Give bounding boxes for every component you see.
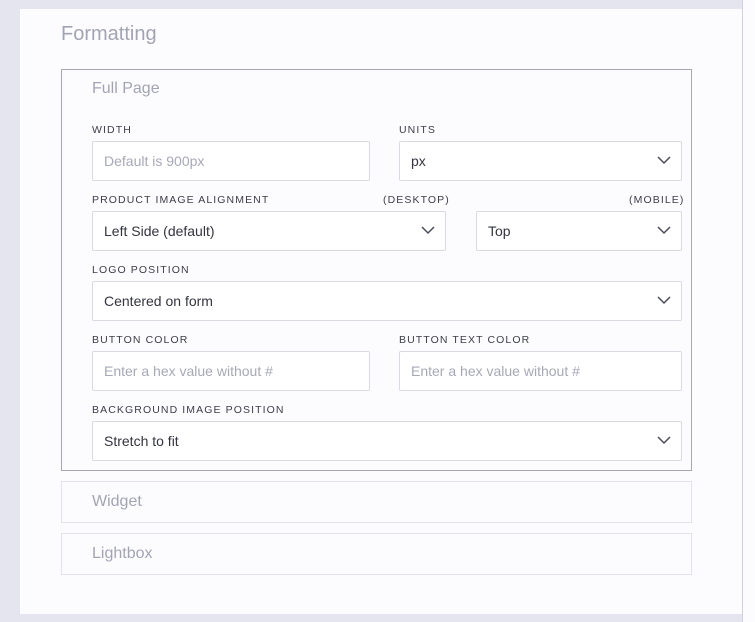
- units-label: UNITS: [399, 124, 436, 136]
- units-value: px: [411, 153, 426, 169]
- right-edge-panel: [742, 0, 755, 622]
- logo-position-label: LOGO POSITION: [92, 264, 190, 276]
- desktop-alignment-select[interactable]: Left Side (default): [92, 211, 446, 251]
- chevron-down-icon: [657, 435, 671, 445]
- units-select[interactable]: px: [399, 141, 682, 181]
- chevron-down-icon: [657, 295, 671, 305]
- chevron-down-icon: [657, 155, 671, 165]
- mobile-label: (MOBILE): [629, 194, 685, 206]
- width-input[interactable]: Default is 900px: [92, 141, 370, 181]
- lightbox-panel[interactable]: Lightbox: [61, 533, 692, 575]
- widget-panel[interactable]: Widget: [61, 481, 692, 523]
- background-image-position-label: BACKGROUND IMAGE POSITION: [92, 404, 285, 416]
- background-image-position-select[interactable]: Stretch to fit: [92, 421, 682, 461]
- section-title: Formatting: [61, 23, 157, 45]
- mobile-alignment-select[interactable]: Top: [476, 211, 682, 251]
- widget-panel-title[interactable]: Widget: [92, 493, 142, 511]
- full-page-panel: Full Page WIDTH Default is 900px UNITS p…: [61, 69, 692, 471]
- logo-position-value: Centered on form: [104, 293, 213, 309]
- button-color-input[interactable]: Enter a hex value without #: [92, 351, 370, 391]
- mobile-alignment-value: Top: [488, 223, 511, 239]
- alignment-label: PRODUCT IMAGE ALIGNMENT: [92, 194, 270, 206]
- button-color-label: BUTTON COLOR: [92, 334, 189, 346]
- chevron-down-icon: [657, 225, 671, 235]
- background-image-position-value: Stretch to fit: [104, 433, 179, 449]
- desktop-alignment-value: Left Side (default): [104, 223, 215, 239]
- width-placeholder: Default is 900px: [104, 153, 205, 169]
- logo-position-select[interactable]: Centered on form: [92, 281, 682, 321]
- desktop-label: (DESKTOP): [383, 194, 450, 206]
- button-color-placeholder: Enter a hex value without #: [104, 363, 273, 379]
- button-text-color-label: BUTTON TEXT COLOR: [399, 334, 531, 346]
- full-page-panel-title[interactable]: Full Page: [92, 80, 160, 98]
- button-text-color-placeholder: Enter a hex value without #: [411, 363, 580, 379]
- button-text-color-input[interactable]: Enter a hex value without #: [399, 351, 682, 391]
- width-label: WIDTH: [92, 124, 132, 136]
- lightbox-panel-title[interactable]: Lightbox: [92, 545, 153, 563]
- chevron-down-icon: [421, 225, 435, 235]
